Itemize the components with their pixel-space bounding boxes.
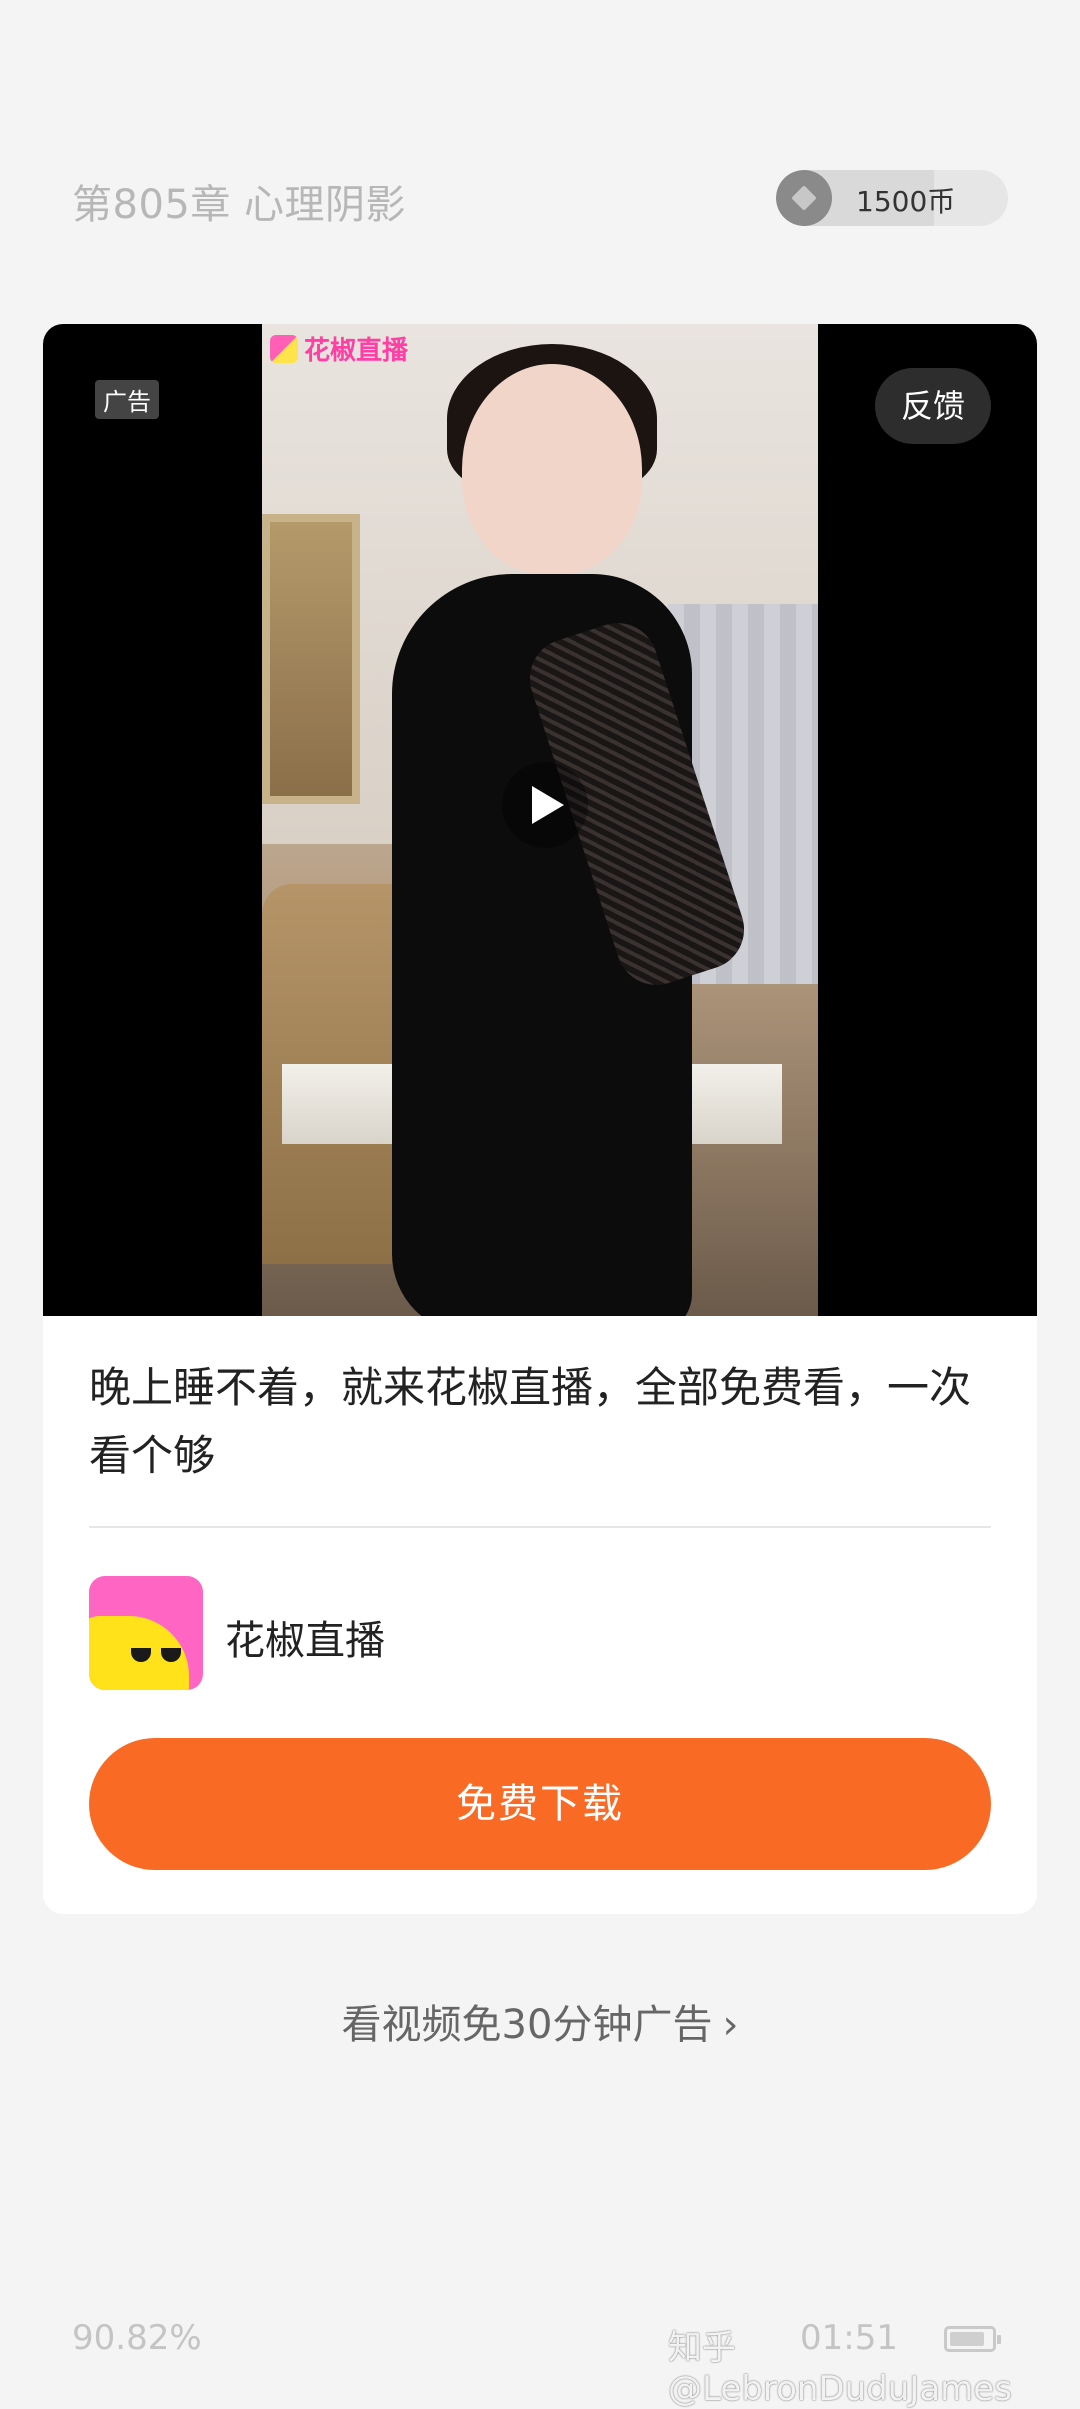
brand-logo-icon: [270, 334, 298, 363]
divider: [89, 1526, 991, 1528]
chapter-title: 第805章 心理阴影: [72, 182, 407, 228]
coin-balance-pill[interactable]: 1500币: [776, 170, 1008, 226]
clock-time: 01:51: [800, 2318, 898, 2358]
ad-video[interactable]: 花椒直播 广告 反馈: [43, 324, 1037, 1316]
chevron-right-icon: ›: [722, 2002, 739, 2048]
video-person-head: [462, 364, 642, 574]
app-icon: [89, 1576, 203, 1690]
watch-video-label: 看视频免30分钟广告: [341, 2002, 713, 2048]
free-download-button[interactable]: 免费下载: [89, 1738, 991, 1870]
battery-icon: [944, 2326, 1001, 2352]
ad-badge: 广告: [95, 380, 159, 419]
coin-balance-label: 1500币: [856, 185, 956, 218]
reading-progress: 90.82%: [72, 2318, 202, 2358]
app-name: 花椒直播: [225, 1618, 385, 1664]
coin-icon: [776, 170, 832, 226]
play-button[interactable]: [502, 762, 588, 848]
ad-description: 晚上睡不着，就来花椒直播，全部免费看，一次看个够: [89, 1363, 972, 1480]
brand-logo-text: 花椒直播: [304, 336, 409, 366]
watch-video-remove-ads-link[interactable]: 看视频免30分钟广告 ›: [0, 1992, 1080, 2050]
video-painting: [262, 514, 360, 804]
video-brand-logo: 花椒直播: [270, 330, 408, 367]
play-icon: [532, 786, 564, 824]
ad-card: 花椒直播 广告 反馈 晚上睡不着，就来花椒直播，全部免费看，一次看个够 花椒直播…: [43, 324, 1037, 1914]
feedback-button[interactable]: 反馈: [875, 368, 991, 444]
